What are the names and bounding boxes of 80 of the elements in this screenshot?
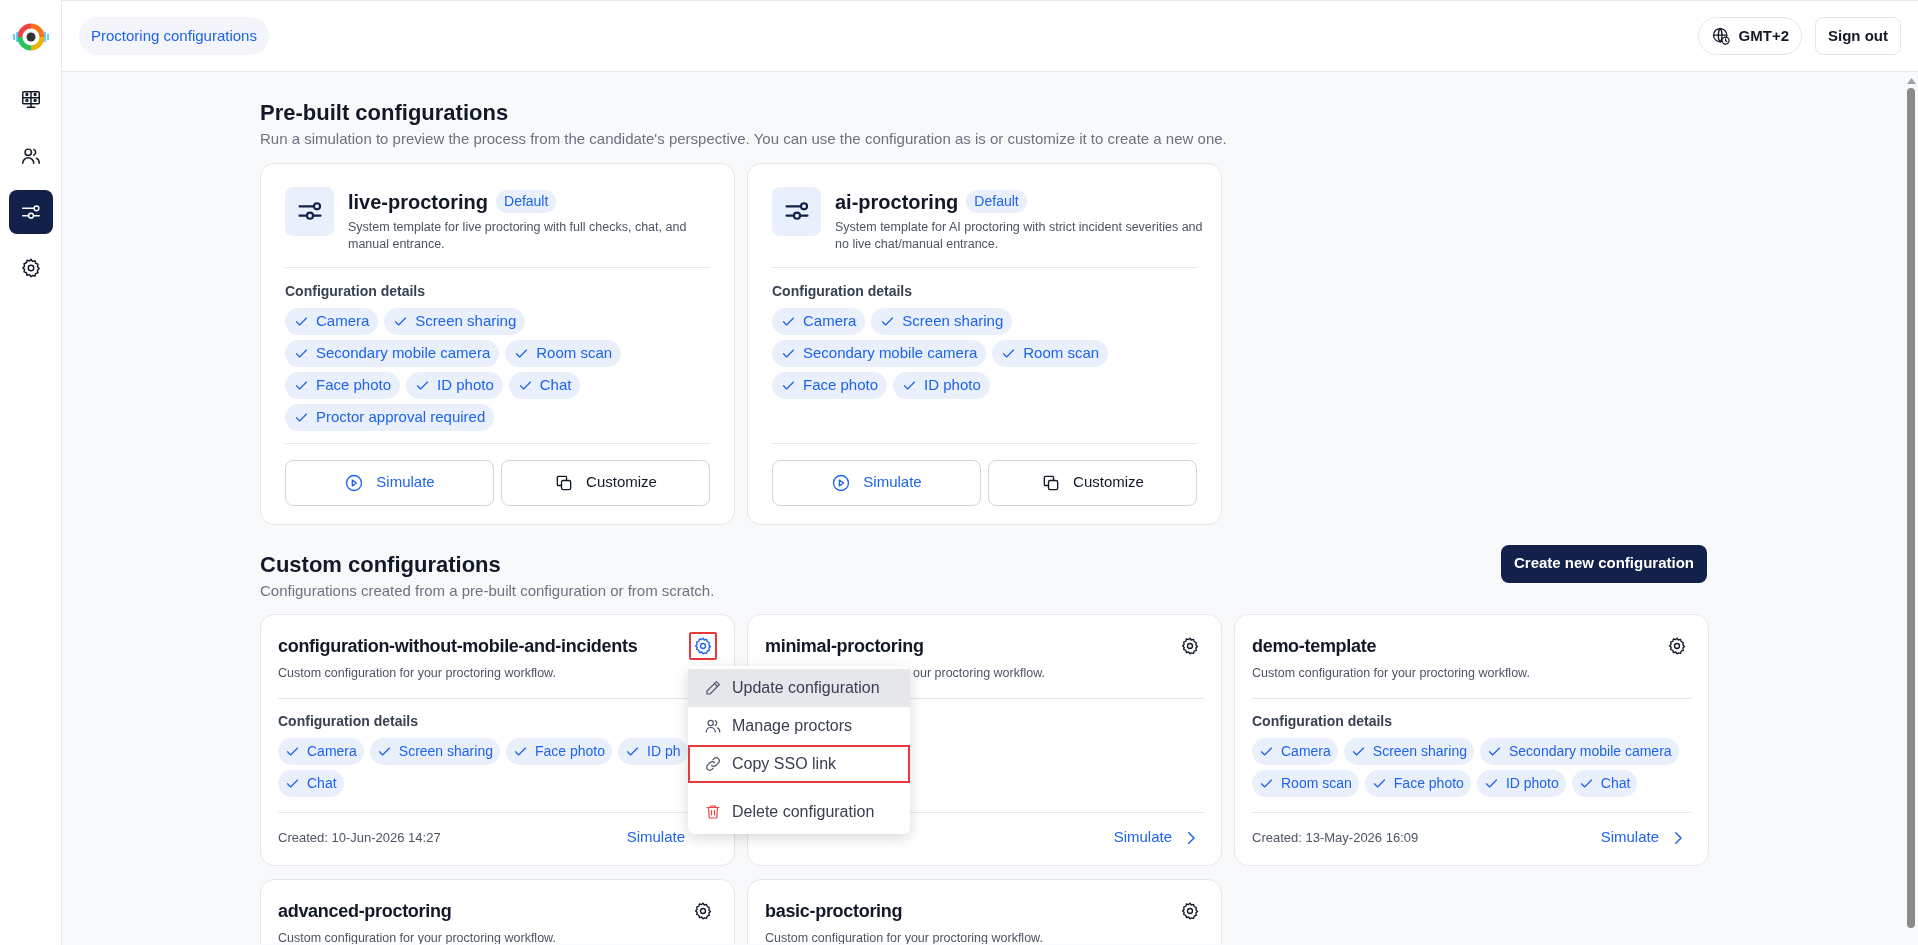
feature-tag: Face photo (505, 738, 613, 766)
card-description: System template for AI proctoring with strict incident severities and no live chat/manual entrance. (835, 218, 1204, 253)
create-configuration-button[interactable]: Create new configuration (1500, 544, 1707, 583)
sidebar-item[interactable] (8, 190, 53, 234)
settings-icon (693, 635, 713, 656)
feature-tag: Room scan (1252, 770, 1359, 798)
breadcrumb-tab[interactable]: Proctoring configurations (79, 16, 269, 56)
card-description: Custom configuration for your proctoring workflow. (278, 929, 556, 944)
simulate-button[interactable]: Simulate (285, 459, 494, 506)
people-icon (19, 145, 42, 167)
card-description: System template for live proctoring with full checks, chat, and manual entrance. (348, 218, 688, 253)
menu-item[interactable]: Update configuration (688, 668, 910, 707)
created-date: Created: 10-Jun-2026 14:27 (278, 828, 441, 847)
link-icon (704, 754, 722, 773)
feature-tag: Proctor approval required (285, 403, 495, 431)
card-title: demo-template (1252, 634, 1377, 658)
feature-tag: Screen sharing (1343, 738, 1474, 766)
globe-clock-icon (1710, 26, 1731, 46)
pencil-icon (704, 678, 722, 697)
feature-tag: Camera (772, 307, 866, 335)
feature-tag: Screen sharing (384, 307, 526, 335)
feature-tag: ID photo (893, 371, 990, 399)
feature-tag: ID ph (618, 738, 688, 766)
default-badge: Default (966, 190, 1027, 213)
card-description: Custom configuration for your proctoring workflow. (1252, 664, 1530, 682)
feature-tag: ID photo (406, 371, 503, 399)
feature-tag: Chat (1571, 770, 1638, 798)
trash-icon (704, 802, 722, 821)
feature-tag: Camera (1252, 738, 1338, 766)
feature-tag: Secondary mobile camera (285, 339, 500, 367)
feature-tag: Camera (285, 307, 379, 335)
monitor-grid-icon (19, 89, 42, 111)
play-icon (831, 472, 852, 493)
details-label: Configuration details (772, 281, 912, 301)
feature-tag: Secondary mobile camera (772, 339, 987, 367)
settings-icon (693, 900, 713, 921)
feature-tag: Face photo (772, 371, 888, 399)
play-icon (344, 472, 365, 493)
settings-icon (1180, 900, 1200, 921)
card-title: basic-proctoring (765, 899, 903, 923)
details-label: Configuration details (285, 281, 425, 301)
feature-tag: Room scan (505, 339, 622, 367)
feature-tag: Face photo (1364, 770, 1471, 798)
details-label: Configuration details (1252, 712, 1392, 732)
feature-tag: Screen sharing (369, 738, 500, 766)
feature-tag: Room scan (992, 339, 1109, 367)
sign-out-button[interactable]: Sign out (1815, 17, 1901, 55)
section-title: Pre-built configurations (260, 99, 509, 127)
menu-item[interactable]: Manage proctors (688, 706, 910, 745)
settings-icon (1180, 635, 1200, 656)
feature-tag: Screen sharing (871, 307, 1013, 335)
card-title: advanced-proctoring (278, 899, 452, 923)
created-date: Created: 13-May-2026 16:09 (1252, 828, 1419, 847)
logo-icon (10, 22, 51, 52)
card-description: Custom configuration for your proctoring workflow. (278, 664, 556, 682)
simulate-link[interactable]: Simulate (1600, 826, 1687, 849)
simulate-button[interactable]: Simulate (772, 459, 981, 506)
settings-icon (1667, 635, 1687, 656)
card-title: configuration-without-mobile-and-incidents (278, 634, 638, 658)
feature-tag: Camera (278, 738, 364, 766)
card-title: ai-proctoring (835, 189, 959, 215)
section-title: Custom configurations (260, 551, 501, 579)
feature-tag: Secondary mobile camera (1479, 738, 1679, 766)
card-description: Custom configuration for your proctoring workflow. (765, 929, 1043, 944)
menu-item[interactable]: Copy SSO link (688, 744, 910, 783)
feature-tag: Face photo (285, 371, 401, 399)
customize-button[interactable]: Customize (988, 459, 1197, 506)
feature-tag: Chat (278, 770, 344, 798)
details-label: Configuration details (278, 712, 418, 732)
section-subtitle: Configurations created from a pre-built configuration or from scratch. (260, 581, 715, 601)
card-description: our proctoring workflow. (913, 664, 1045, 682)
feature-tag: ID photo (1476, 770, 1566, 798)
settings-icon (19, 257, 42, 279)
customize-button[interactable]: Customize (501, 459, 710, 506)
simulate-link[interactable]: Simulate (1113, 826, 1200, 849)
default-badge: Default (496, 190, 557, 213)
card-title: live-proctoring (348, 189, 488, 215)
card-title: minimal-proctoring (765, 634, 924, 658)
feature-tag: Chat (508, 371, 581, 399)
section-subtitle: Run a simulation to preview the process from the candidate's perspective. You can use the configuration as is or customize it to create a new one. (260, 129, 1227, 149)
